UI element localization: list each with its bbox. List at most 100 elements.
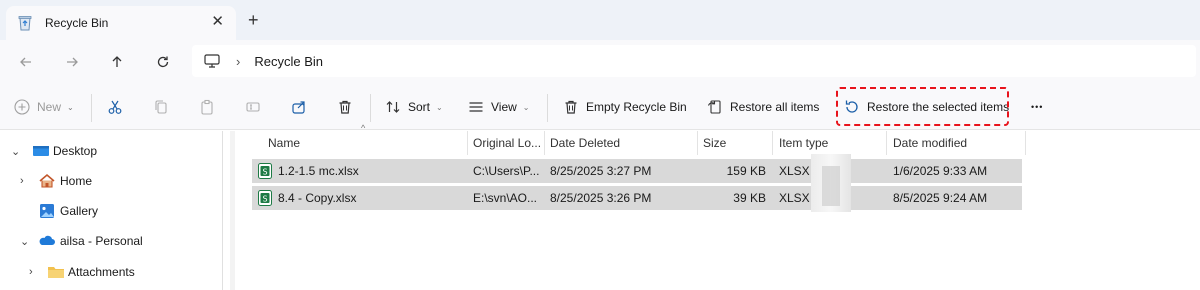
view-label: View (491, 100, 517, 114)
chevron-right-icon[interactable]: › (29, 266, 33, 278)
column-divider[interactable] (467, 131, 468, 155)
chevron-down-icon[interactable]: ⌄ (20, 235, 29, 248)
navigation-bar: › Recycle Bin (0, 40, 1200, 84)
delete-button[interactable] (337, 97, 353, 117)
column-divider[interactable] (1025, 131, 1026, 155)
new-button[interactable]: New ⌄ (14, 97, 74, 117)
cut-button[interactable] (107, 97, 123, 117)
date-modified-cell: 1/6/2025 9:33 AM (893, 164, 988, 178)
chevron-down-icon: ⌄ (522, 102, 530, 112)
divider (547, 94, 548, 122)
sidebar-item-gallery[interactable]: Gallery (0, 197, 222, 225)
file-name: 8.4 - Copy.xlsx (278, 191, 357, 205)
sidebar-item-home[interactable]: › Home (0, 167, 222, 195)
title-bar: Recycle Bin ✕ + (0, 0, 1200, 40)
paste-button[interactable] (199, 97, 215, 117)
empty-recycle-bin-button[interactable]: Empty Recycle Bin (563, 97, 687, 117)
excel-file-icon: S (258, 190, 272, 206)
refresh-icon (157, 56, 169, 68)
chevron-down-icon[interactable]: ⌄ (11, 145, 20, 158)
column-header-name[interactable]: Name (268, 131, 300, 155)
sidebar-item-label: Home (60, 174, 93, 188)
copy-icon (155, 100, 167, 114)
column-divider[interactable] (886, 131, 887, 155)
chevron-down-icon: ⌄ (67, 102, 74, 112)
restore-all-label: Restore all items (730, 100, 820, 114)
file-name-cell: S 8.4 - Copy.xlsx (258, 186, 468, 210)
sort-icon (386, 101, 400, 113)
date-modified-cell: 8/5/2025 9:24 AM (893, 191, 988, 205)
column-header-size[interactable]: Size (703, 131, 726, 155)
sort-label: Sort (408, 100, 431, 114)
original-location-cell: E:\svn\AO... (473, 191, 538, 205)
rename-button[interactable] (245, 97, 261, 117)
file-name: 1.2-1.5 mc.xlsx (278, 164, 359, 178)
paste-icon (201, 99, 213, 115)
share-button[interactable] (291, 97, 307, 117)
breadcrumb-recycle-bin[interactable]: Recycle Bin (254, 54, 323, 69)
original-location-cell: C:\Users\P... (473, 164, 540, 178)
column-header-date-modified[interactable]: Date modified (893, 131, 967, 155)
sort-button[interactable]: Sort ⌄ (385, 97, 443, 117)
share-icon (292, 101, 305, 114)
file-name-cell: S 1.2-1.5 mc.xlsx (258, 159, 468, 183)
trash-icon (339, 100, 351, 114)
arrow-up-icon (112, 56, 122, 67)
redacted-area (822, 166, 840, 206)
size-cell: 159 KB (726, 164, 766, 178)
forward-button[interactable] (60, 50, 84, 74)
home-icon (39, 173, 55, 188)
more-options-button[interactable]: ••• (1031, 97, 1043, 117)
back-button[interactable] (14, 50, 38, 74)
arrow-left-icon (20, 57, 31, 67)
address-bar[interactable]: › Recycle Bin (192, 45, 1196, 77)
tab-recycle-bin[interactable]: Recycle Bin ✕ (6, 6, 236, 40)
sidebar-item-label: Gallery (60, 204, 99, 218)
sidebar-item-label: Desktop (53, 144, 98, 158)
date-deleted-cell: 8/25/2025 3:26 PM (550, 191, 652, 205)
sidebar-item-label: Attachments (68, 265, 135, 279)
divider (370, 94, 371, 122)
new-tab-button[interactable]: + (248, 11, 259, 29)
column-header-date-deleted[interactable]: Date Deleted (550, 131, 620, 155)
sidebar-item-desktop[interactable]: ⌄ Desktop (0, 137, 222, 165)
arrow-right-icon (67, 57, 78, 67)
command-bar: New ⌄ Sort ⌄ View ⌄ Empty Recycle Bin Re… (0, 84, 1200, 130)
column-divider[interactable] (697, 131, 698, 155)
desktop-icon (33, 146, 49, 156)
svg-text:S: S (262, 168, 267, 177)
column-header-row: Name Original Lo... Date Deleted Size It… (250, 131, 1026, 155)
column-divider[interactable] (544, 131, 545, 155)
chevron-right-icon[interactable]: › (20, 175, 24, 187)
column-header-item-type[interactable]: Item type (779, 131, 828, 155)
sidebar-item-onedrive[interactable]: ⌄ ailsa - Personal (0, 227, 222, 255)
onedrive-icon (39, 235, 55, 245)
pane-splitter[interactable] (222, 131, 223, 290)
breadcrumb-separator[interactable]: › (236, 54, 240, 69)
up-button[interactable] (105, 50, 129, 74)
new-label: New (37, 100, 62, 114)
table-row[interactable]: S 1.2-1.5 mc.xlsx C:\Users\P... 8/25/202… (252, 159, 1022, 183)
refresh-button[interactable] (151, 50, 175, 74)
more-icon: ••• (1031, 102, 1044, 112)
gallery-icon (40, 204, 54, 218)
trash-icon (565, 100, 577, 114)
scissors-icon (108, 100, 122, 114)
view-list-icon (469, 102, 483, 112)
sidebar-item-attachments[interactable]: › Attachments (0, 258, 222, 286)
column-divider[interactable] (772, 131, 773, 155)
empty-recycle-bin-label: Empty Recycle Bin (586, 100, 687, 114)
folder-icon (48, 267, 64, 278)
copy-button[interactable] (153, 97, 169, 117)
table-row[interactable]: S 8.4 - Copy.xlsx E:\svn\AO... 8/25/2025… (252, 186, 1022, 210)
restore-all-button[interactable]: Restore all items (707, 97, 819, 117)
tab-title: Recycle Bin (45, 16, 109, 30)
column-header-original-location[interactable]: Original Lo... (473, 131, 541, 155)
excel-file-icon: S (258, 163, 272, 179)
close-tab-icon[interactable]: ✕ (211, 14, 224, 30)
computer-icon (204, 54, 220, 68)
scrollbar[interactable] (230, 131, 235, 290)
view-button[interactable]: View ⌄ (468, 97, 530, 117)
svg-text:S: S (262, 195, 267, 204)
chevron-down-icon: ⌄ (436, 102, 443, 112)
